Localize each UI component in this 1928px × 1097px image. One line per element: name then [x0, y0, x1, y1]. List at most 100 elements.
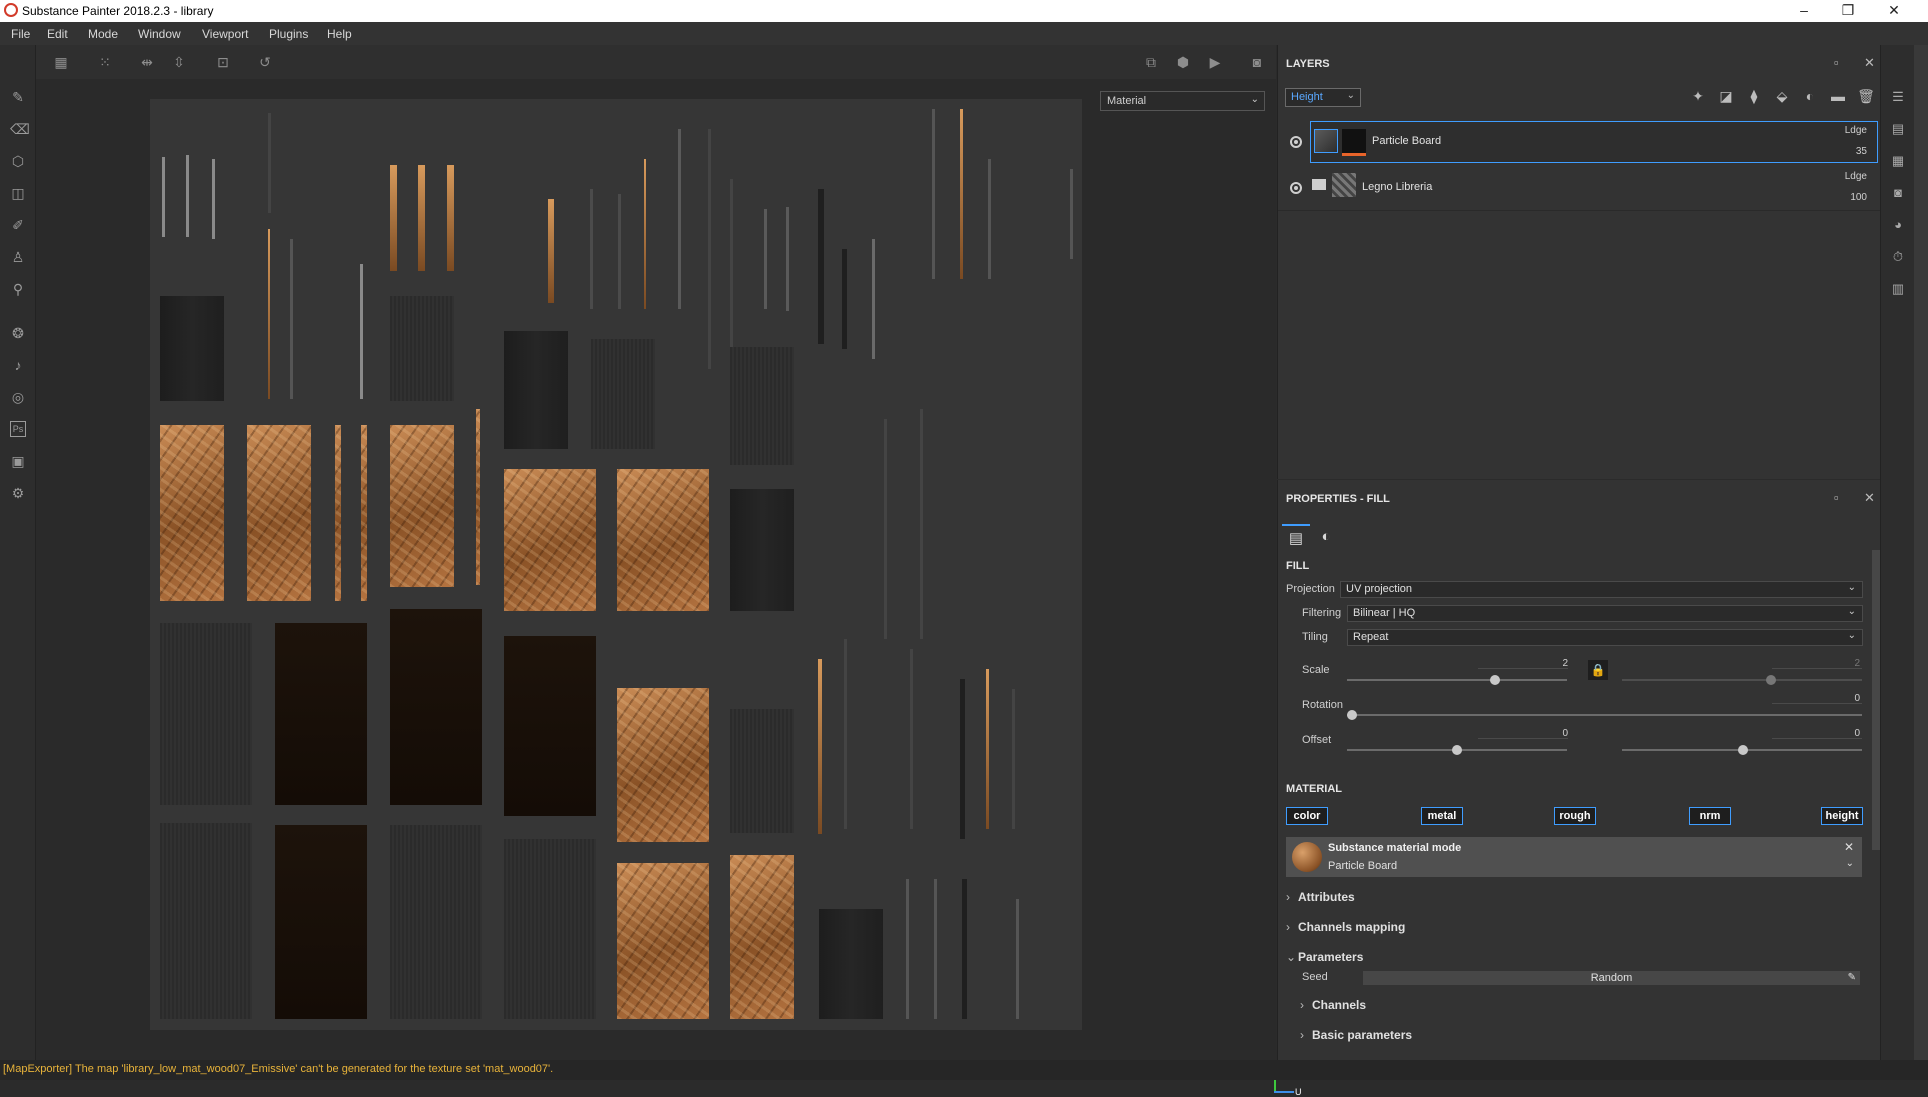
close-panel-icon[interactable]: ✕ [1864, 55, 1875, 71]
settings-gear-icon[interactable]: ⚙ [10, 485, 26, 501]
float-panel-icon[interactable]: ▫ [1834, 490, 1839, 505]
lock-icon[interactable]: 🔒 [1588, 660, 1608, 680]
history-icon[interactable]: ↺ [256, 53, 274, 71]
channel-metal-button[interactable]: metal [1421, 807, 1463, 825]
offset-v-value[interactable]: 0 [1820, 728, 1860, 739]
channels-group[interactable]: › Channels [1300, 998, 1366, 1012]
tile-grid-icon[interactable]: ⁙ [96, 53, 114, 71]
remove-material-icon[interactable]: ✕ [1844, 840, 1854, 854]
eraser-icon[interactable]: ⌫ [10, 121, 30, 137]
mirror-x-icon[interactable]: ⇹ [138, 53, 156, 71]
channel-color-button[interactable]: color [1286, 807, 1328, 825]
screenshot-icon[interactable]: ◙ [1248, 53, 1266, 71]
add-folder-icon[interactable]: ▬ [1828, 88, 1848, 108]
menu-plugins[interactable]: Plugins [269, 27, 308, 41]
2d-viewport[interactable]: Y U [36, 79, 1302, 1097]
window-edge-scrollbar[interactable] [1914, 45, 1928, 1060]
layer-opacity[interactable]: 100 [1850, 192, 1867, 203]
parameters-group[interactable]: ⌄ Parameters [1286, 950, 1363, 964]
menu-viewport[interactable]: Viewport [202, 27, 248, 41]
scale-u-slider[interactable] [1347, 679, 1567, 681]
scale-v-value[interactable]: 2 [1820, 658, 1860, 669]
layer-blend-mode[interactable]: Ldge [1845, 171, 1867, 182]
scale-u-value[interactable]: 2 [1528, 658, 1568, 669]
projection-icon[interactable]: ⬡ [10, 153, 26, 169]
seed-random-button[interactable]: Random ✎ [1363, 971, 1860, 985]
rotation-slider[interactable] [1347, 714, 1862, 716]
display-settings-icon[interactable]: ◙ [1890, 185, 1906, 201]
attributes-group[interactable]: › Attributes [1286, 890, 1355, 904]
layer-row[interactable]: Legno Libreria Ldge 100 [1278, 167, 1881, 211]
uv-island [844, 639, 847, 829]
layer-blend-mode[interactable]: Ldge [1845, 125, 1867, 136]
projection-select[interactable]: UV projection ⌄ [1340, 581, 1863, 598]
smudge-icon[interactable]: ✐ [10, 217, 26, 233]
float-panel-icon[interactable]: ▫ [1834, 55, 1839, 70]
paint-brush-icon[interactable]: ✎ [10, 89, 26, 105]
offset-v-knob[interactable] [1738, 745, 1748, 755]
log-icon[interactable]: ▥ [1890, 281, 1906, 297]
layers-icon[interactable]: ☰ [1890, 89, 1906, 105]
clone-stamp-icon[interactable]: ♙ [10, 249, 26, 265]
basic-parameters-group[interactable]: › Basic parameters [1300, 1028, 1412, 1042]
polygon-fill-icon[interactable]: ◫ [10, 185, 26, 201]
shader-settings-icon[interactable]: ◕ [1890, 217, 1906, 233]
frame-icon[interactable]: ⊡ [214, 53, 232, 71]
mirror-y-icon[interactable]: ⇳ [170, 53, 188, 71]
scale-v-knob[interactable] [1766, 675, 1776, 685]
close-window-button[interactable]: ✕ [1880, 2, 1908, 19]
add-fill-layer-icon[interactable]: ⬙ [1772, 88, 1792, 108]
uv-grid-icon[interactable]: ▦ [52, 53, 70, 71]
texture-set-settings-icon[interactable]: ▦ [1890, 153, 1906, 169]
layer-opacity[interactable]: 35 [1856, 146, 1867, 157]
cube-view-icon[interactable]: ⬢ [1174, 53, 1192, 71]
maximize-button[interactable]: ❐ [1834, 2, 1862, 19]
channel-nrm-button[interactable]: nrm [1689, 807, 1731, 825]
edit-pencil-icon[interactable]: ✎ [1848, 971, 1856, 985]
close-panel-icon[interactable]: ✕ [1864, 490, 1875, 506]
rotation-value[interactable]: 0 [1820, 693, 1860, 704]
minimize-button[interactable]: – [1790, 2, 1818, 18]
export-icon[interactable]: ▣ [10, 453, 26, 469]
menu-file[interactable]: File [11, 27, 30, 41]
tab-fill-properties[interactable]: ▤ [1282, 524, 1310, 550]
menu-window[interactable]: Window [138, 27, 181, 41]
scale-v-slider[interactable] [1622, 679, 1862, 681]
scale-u-knob[interactable] [1490, 675, 1500, 685]
delete-layer-icon[interactable]: 🗑 [1856, 88, 1876, 108]
magic-wand-icon[interactable]: ✦ [1688, 88, 1708, 108]
color-picker-icon[interactable]: ⚲ [10, 281, 26, 297]
menu-help[interactable]: Help [327, 27, 352, 41]
texture-set-list-icon[interactable]: ▤ [1890, 121, 1906, 137]
filtering-select[interactable]: Bilinear | HQ ⌄ [1347, 605, 1863, 622]
layer-channel-dropdown[interactable]: Height ⌄ [1285, 88, 1361, 107]
channels-mapping-group[interactable]: › Channels mapping [1286, 920, 1405, 934]
properties-scrollbar[interactable] [1872, 550, 1880, 850]
layer-row[interactable]: Particle Board Ldge 35 [1278, 121, 1881, 165]
layers-stack-icon[interactable]: ◎ [10, 389, 26, 405]
layer-visibility-icon[interactable] [1290, 182, 1302, 194]
add-effect-icon[interactable]: ⧫ [1744, 88, 1764, 108]
channel-rough-button[interactable]: rough [1554, 807, 1596, 825]
offset-u-knob[interactable] [1452, 745, 1462, 755]
photoshop-icon[interactable]: Ps [10, 421, 26, 437]
bell-icon[interactable]: ♪ [10, 357, 26, 373]
view-mode-icon[interactable]: ⧉ [1142, 53, 1160, 71]
add-paint-layer-icon[interactable]: ◐ [1800, 88, 1820, 108]
offset-u-value[interactable]: 0 [1528, 728, 1568, 739]
viewport-channel-dropdown[interactable]: Material ⌄ [1100, 91, 1265, 111]
menu-edit[interactable]: Edit [47, 27, 68, 41]
substance-material-slot[interactable]: Substance material mode Particle Board ✕… [1286, 837, 1862, 877]
add-mask-icon[interactable]: ◪ [1716, 88, 1736, 108]
camera-icon[interactable]: ▶ [1206, 53, 1224, 71]
chevron-down-icon[interactable]: ⌄ [1846, 858, 1854, 869]
menu-mode[interactable]: Mode [88, 27, 118, 41]
history-icon[interactable]: ⏱ [1890, 249, 1906, 265]
uv-texture-canvas[interactable] [150, 99, 1082, 1030]
rotation-knob[interactable] [1347, 710, 1357, 720]
tiling-select[interactable]: Repeat ⌄ [1347, 629, 1863, 646]
shelf-icon[interactable]: ❂ [10, 325, 26, 341]
channel-height-button[interactable]: height [1821, 807, 1863, 825]
layer-visibility-icon[interactable] [1290, 136, 1302, 148]
tab-material-properties[interactable]: ◐ [1312, 524, 1340, 550]
